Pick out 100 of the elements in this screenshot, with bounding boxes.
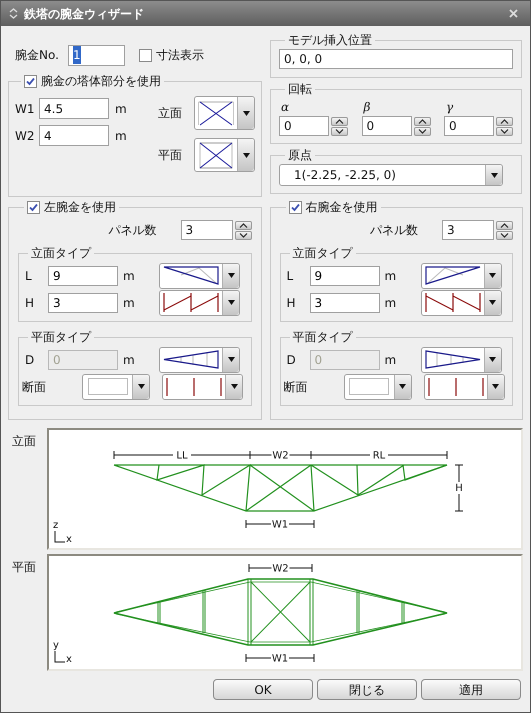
checkbox[interactable] (288, 200, 302, 214)
increment-button[interactable] (331, 116, 348, 126)
axis-indicator: y x (53, 640, 72, 665)
increment-button[interactable] (234, 220, 252, 230)
pattern-dropdown[interactable] (420, 262, 502, 288)
unit-label: m (384, 268, 398, 284)
decrement-button[interactable] (234, 230, 252, 240)
checkmark-icon (29, 202, 38, 212)
dimension-line: H (454, 464, 464, 512)
checkmark-icon (290, 202, 300, 212)
number-field[interactable]: 3 (442, 220, 494, 240)
group-title: 原点 (288, 148, 312, 162)
panel-count-label: パネル数 (370, 222, 418, 239)
field-label: L (24, 268, 33, 284)
caret-icon (489, 357, 496, 362)
unit-label: m (123, 268, 136, 284)
caret-icon (489, 273, 496, 278)
dimension-line: RL (310, 450, 448, 462)
checkbox-label: 左腕金を使用 (44, 199, 116, 216)
window-title: 鉄塔の腕金ウィザード (24, 6, 145, 22)
increment-button[interactable] (496, 220, 513, 230)
dialog-button[interactable]: 閉じる (317, 679, 417, 700)
number-field[interactable]: 3 (180, 220, 232, 240)
view-label: 立面 (158, 105, 182, 122)
checkbox[interactable] (24, 74, 37, 88)
angle-label: β (362, 99, 372, 116)
unit-label: m (115, 128, 127, 144)
group-title: 立面タイプ (292, 246, 352, 260)
checkbox-label: 腕金の塔体部分を使用 (41, 73, 161, 90)
view-label: 平面 (158, 147, 182, 164)
caret-icon (399, 384, 406, 389)
group-title: 立面タイプ (31, 246, 91, 260)
field-label: D (24, 352, 36, 368)
field-label: W1 (15, 100, 36, 118)
section-swatch (349, 378, 389, 395)
checkbox-label: 右腕金を使用 (306, 199, 378, 216)
pattern-dropdown[interactable] (420, 346, 502, 372)
number-field[interactable]: 0 (279, 116, 329, 136)
value-field[interactable]: 3 (48, 292, 118, 312)
field-label: L (286, 268, 294, 284)
section-swatch (88, 378, 128, 395)
checkmark-icon (26, 76, 35, 86)
caret-icon (242, 110, 250, 116)
chevron-down-icon (500, 232, 509, 238)
panel-count-label: パネル数 (108, 222, 156, 239)
dimension-line: W2 (248, 564, 312, 574)
collapse-icon[interactable] (9, 8, 18, 19)
caret-icon (228, 273, 234, 278)
unit-label: m (123, 294, 136, 312)
dialog-button[interactable]: 適用 (421, 679, 521, 700)
section-dropdown[interactable] (82, 374, 150, 400)
pattern-dropdown[interactable] (159, 346, 240, 372)
unit-label: m (384, 352, 398, 368)
checkbox[interactable] (139, 48, 152, 62)
preview-label: 平面 (11, 559, 37, 576)
decrement-button[interactable] (414, 126, 430, 136)
position-field[interactable]: 0, 0, 0 (279, 49, 513, 69)
angle-label: α (280, 99, 290, 116)
increment-button[interactable] (414, 116, 430, 126)
field-label: 断面 (284, 378, 308, 396)
pattern-dropdown[interactable] (194, 96, 255, 130)
pattern-dropdown[interactable] (159, 290, 240, 316)
axis-indicator: z x (53, 520, 72, 545)
group-title: モデル挿入位置 (288, 33, 372, 47)
pattern-dropdown[interactable] (159, 262, 240, 288)
dialog-button[interactable]: OK (213, 679, 313, 700)
increment-button[interactable] (496, 116, 513, 126)
arm-number-label: 腕金No. (15, 47, 60, 64)
field-label: H (24, 294, 36, 312)
value-field[interactable]: 9 (310, 266, 380, 286)
value-field[interactable]: 3 (310, 292, 380, 312)
field-label: H (286, 294, 297, 312)
decrement-button[interactable] (496, 230, 513, 240)
caret-icon (228, 300, 234, 305)
angle-label: γ (445, 99, 454, 116)
chevron-down-icon (500, 128, 509, 134)
dimension-line: W1 (246, 654, 314, 664)
pattern-dropdown[interactable] (420, 290, 502, 316)
value-field[interactable]: 4.5 (39, 98, 109, 119)
number-field[interactable]: 0 (362, 116, 412, 136)
value-field[interactable]: 4 (39, 125, 109, 146)
close-icon (508, 9, 518, 18)
decrement-button[interactable] (331, 126, 348, 136)
origin-dropdown[interactable]: 1(-2.25, -2.25, 0) (279, 164, 503, 186)
section-dropdown[interactable] (344, 374, 412, 400)
pattern-dropdown[interactable] (162, 374, 243, 400)
field-label: D (286, 352, 297, 368)
chevron-up-icon (500, 118, 509, 124)
field-label: 断面 (22, 378, 47, 396)
number-field[interactable]: 0 (444, 116, 494, 136)
pattern-dropdown[interactable] (194, 138, 255, 172)
arm-number-field[interactable]: 1 (68, 44, 125, 66)
value-field[interactable]: 9 (48, 266, 118, 286)
dimension-line: W2 (250, 450, 312, 462)
checkbox[interactable] (27, 200, 40, 214)
pattern-dropdown[interactable] (424, 374, 504, 400)
checkbox-label: 寸法表示 (156, 47, 204, 64)
decrement-button[interactable] (496, 126, 513, 136)
dimension-line: W1 (246, 520, 314, 530)
chevron-down-icon (335, 128, 344, 134)
